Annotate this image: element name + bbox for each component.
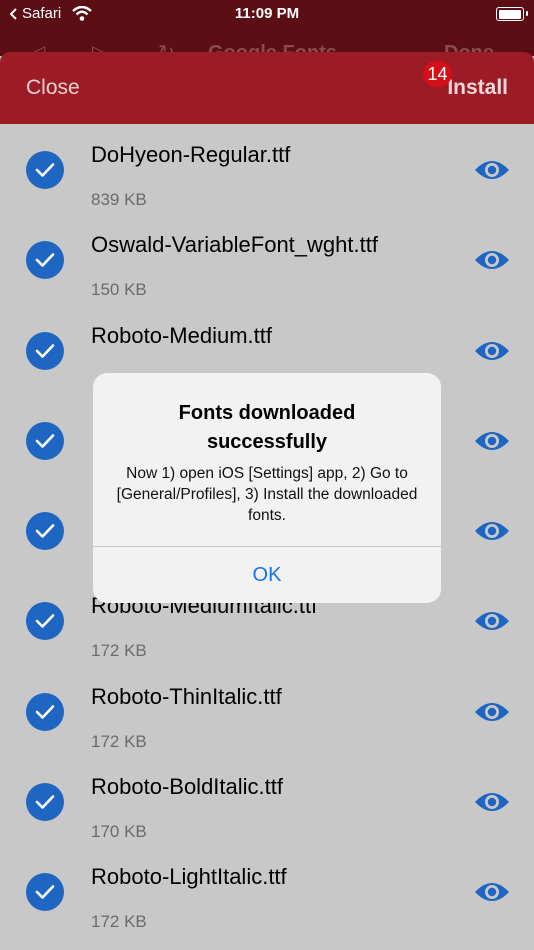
font-size: 150 KB bbox=[91, 280, 147, 300]
font-name: Roboto-BoldItalic.ttf bbox=[91, 774, 283, 800]
install-count-badge: 14 bbox=[423, 61, 452, 87]
font-name: Oswald-VariableFont_wght.ttf bbox=[91, 232, 378, 258]
font-name: Roboto-ThinItalic.ttf bbox=[91, 683, 282, 709]
font-row[interactable]: Roboto-LightItalic.ttf 172 KB bbox=[0, 846, 534, 936]
checkmark-circle-icon[interactable] bbox=[26, 873, 64, 912]
font-size: 172 KB bbox=[91, 731, 147, 751]
checkmark-circle-icon[interactable] bbox=[26, 692, 64, 731]
checkmark-circle-icon[interactable] bbox=[26, 421, 64, 460]
status-bar: Safari 11:09 PM bbox=[0, 0, 534, 30]
install-button[interactable]: Install bbox=[447, 76, 508, 100]
eye-icon[interactable] bbox=[474, 248, 510, 272]
font-row[interactable]: Roboto-BoldItalic.ttf 170 KB bbox=[0, 756, 534, 846]
alert-title: Fonts downloaded successfully bbox=[178, 402, 356, 453]
font-size: 170 KB bbox=[91, 822, 147, 842]
checkmark-circle-icon[interactable] bbox=[26, 241, 64, 280]
sheet-header: Close Install bbox=[0, 52, 534, 124]
clock: 11:09 PM bbox=[234, 5, 300, 22]
eye-icon[interactable] bbox=[474, 519, 510, 543]
font-name: DoHyeon-Regular.ttf bbox=[91, 142, 291, 167]
alert-message: Now 1) open iOS [Settings] app, 2) Go to… bbox=[116, 465, 418, 524]
eye-icon[interactable] bbox=[474, 429, 510, 453]
eye-icon[interactable] bbox=[474, 158, 510, 182]
alert-dialog: Fonts downloaded successfully Now 1) ope… bbox=[93, 373, 441, 603]
eye-icon[interactable] bbox=[474, 700, 510, 724]
font-size: 172 KB bbox=[91, 641, 147, 661]
checkmark-circle-icon[interactable] bbox=[26, 602, 64, 641]
checkmark-circle-icon[interactable] bbox=[26, 783, 64, 822]
eye-icon[interactable] bbox=[474, 790, 510, 814]
checkmark-circle-icon[interactable] bbox=[26, 151, 64, 189]
font-row[interactable]: DoHyeon-Regular.ttf 839 KB bbox=[0, 124, 534, 214]
battery-icon bbox=[496, 7, 528, 21]
checkmark-circle-icon[interactable] bbox=[26, 512, 64, 551]
eye-icon[interactable] bbox=[474, 880, 510, 904]
close-button[interactable]: Close bbox=[26, 76, 80, 100]
eye-icon[interactable] bbox=[474, 339, 510, 363]
font-name: Roboto-LightItalic.ttf bbox=[91, 864, 287, 890]
font-size: 172 KB bbox=[91, 912, 147, 932]
font-row[interactable]: Oswald-VariableFont_wght.ttf 150 KB bbox=[0, 214, 534, 304]
checkmark-circle-icon[interactable] bbox=[26, 331, 64, 370]
font-size: 839 KB bbox=[91, 190, 147, 209]
font-name: Roboto-Medium.ttf bbox=[91, 322, 272, 348]
ok-button[interactable]: OK bbox=[93, 547, 441, 603]
eye-icon[interactable] bbox=[474, 609, 510, 633]
font-row[interactable]: Roboto-ThinItalic.ttf 172 KB bbox=[0, 666, 534, 756]
